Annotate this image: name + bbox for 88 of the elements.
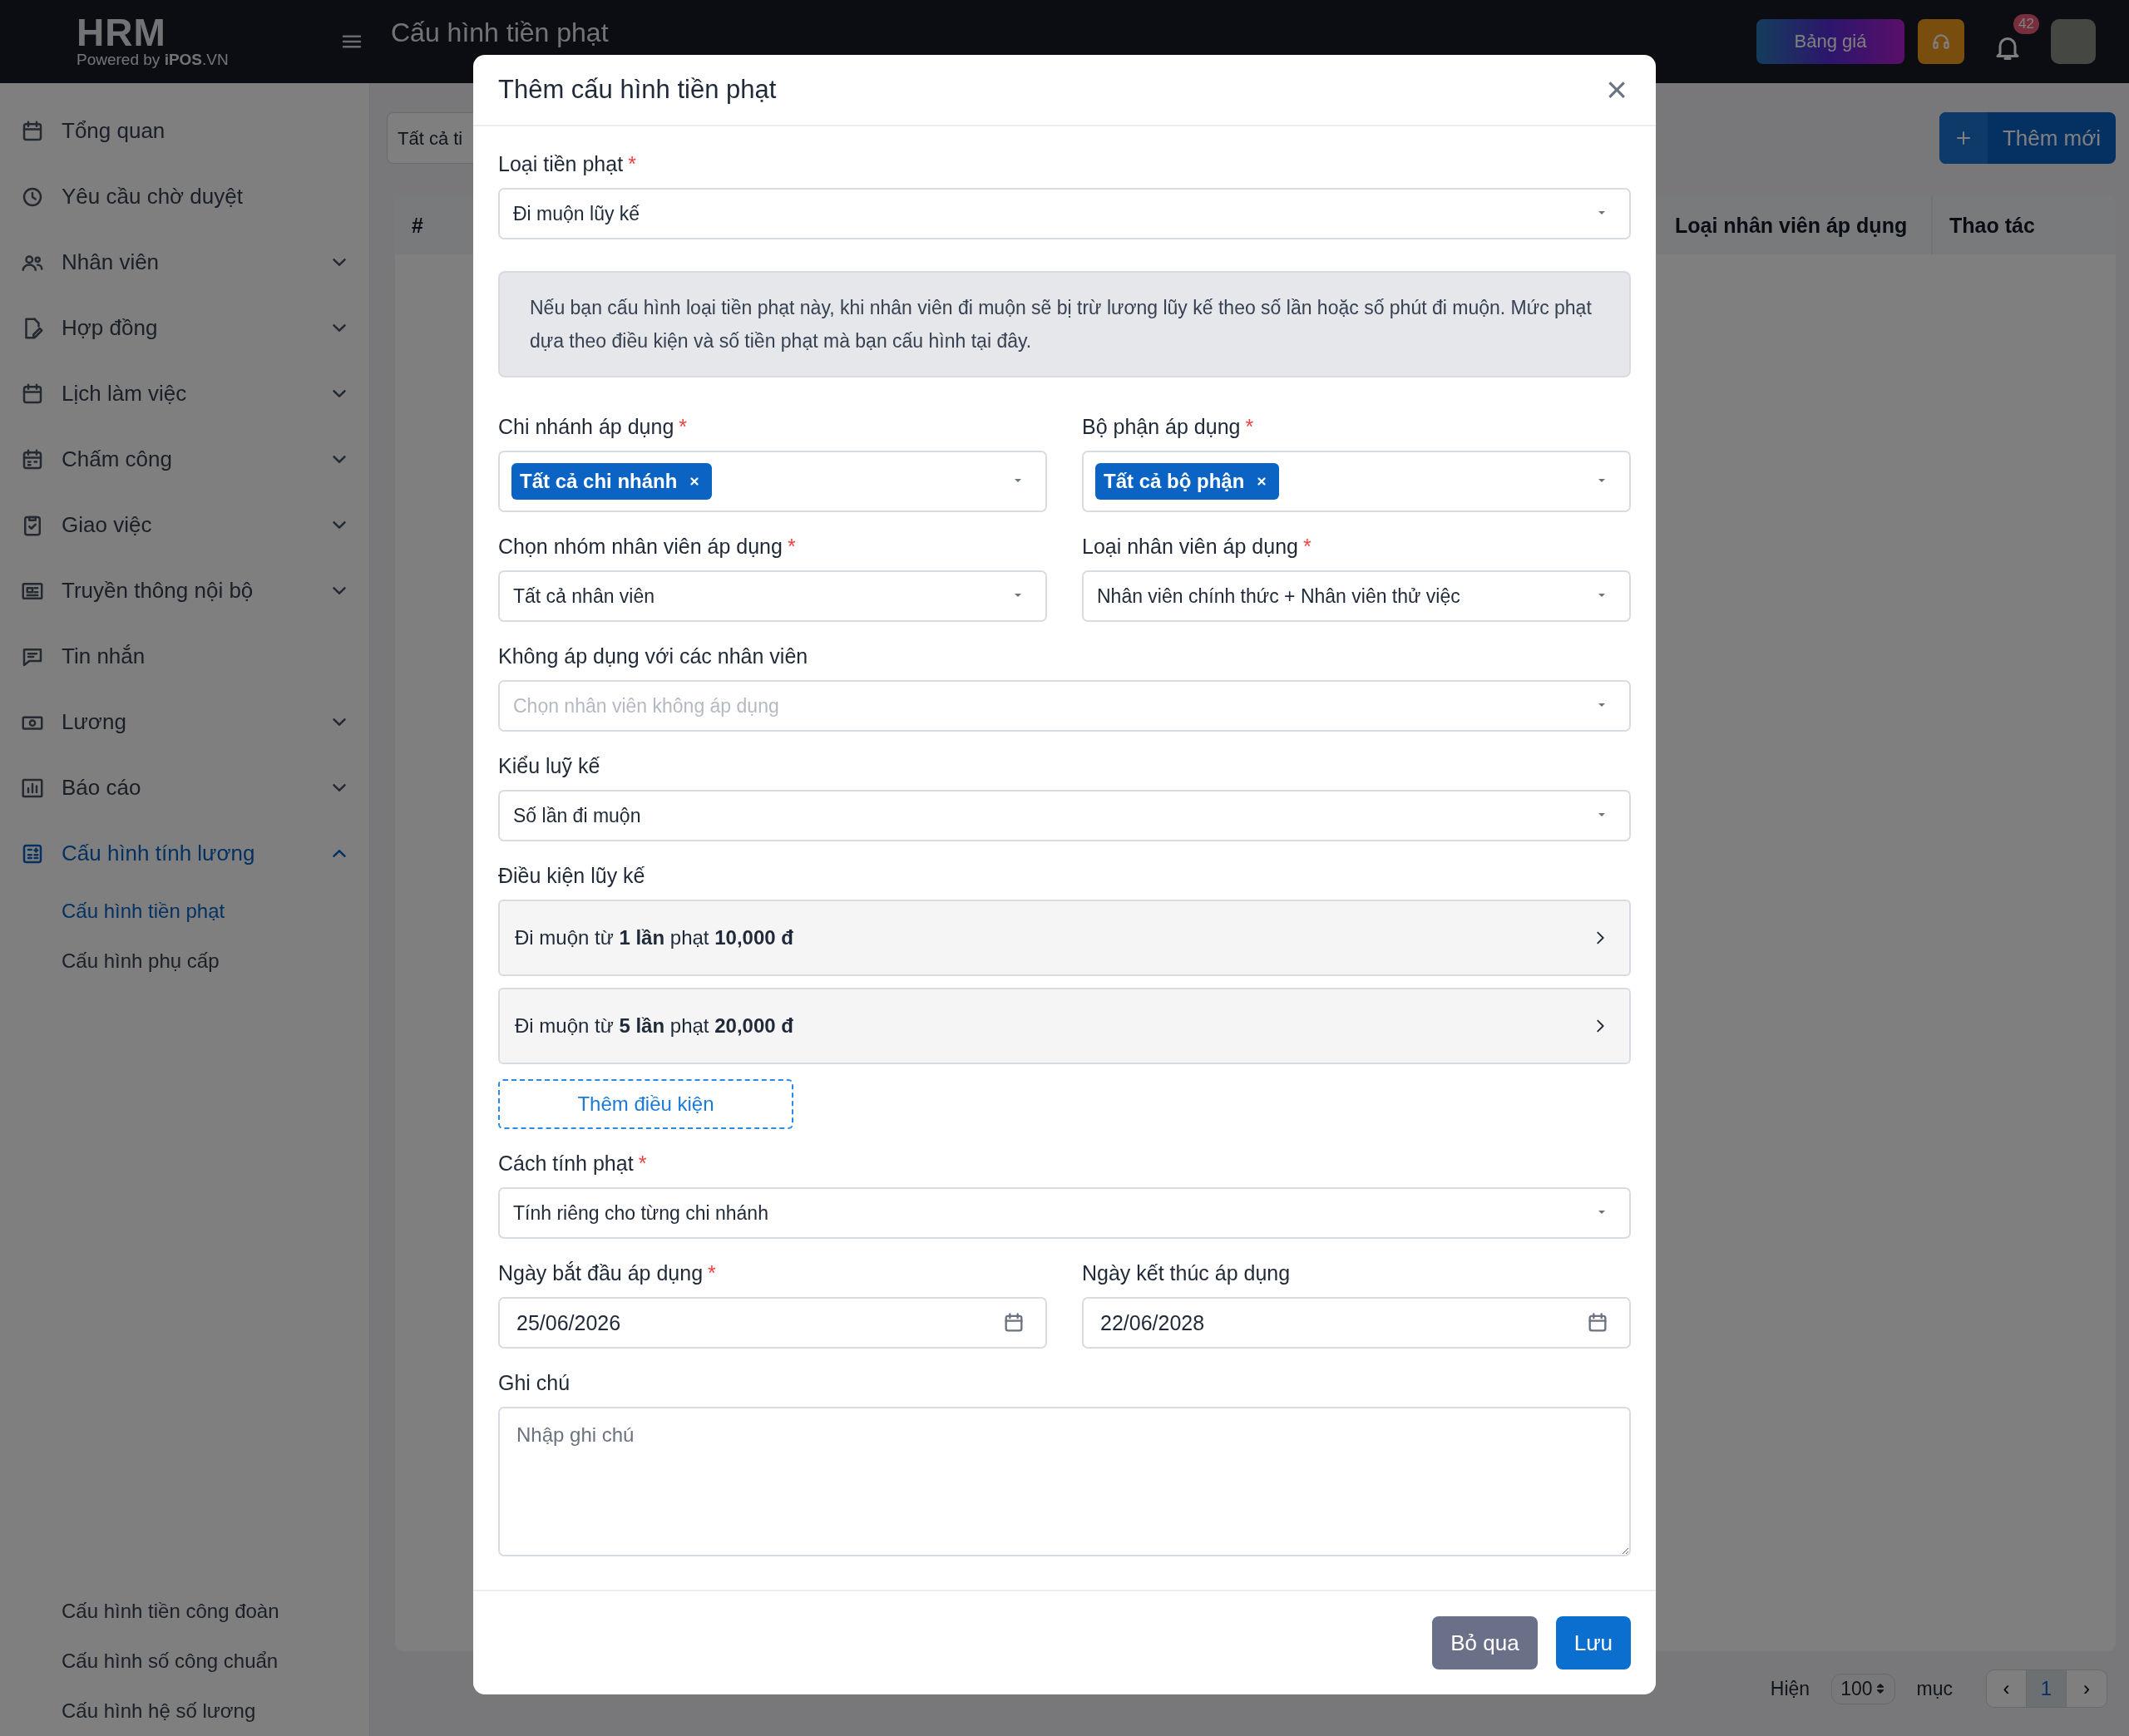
info-note: Nếu bạn cấu hình loại tiền phạt này, khi nhân viên đi muộn sẽ bị trừ lương lũy kế theo số lần hoặc số phút đi muộn. Mức phạt dựa theo điều kiện và số tiền phạt mà bạn cấu hình tại đây. [498, 271, 1631, 377]
nav-item[interactable]: Nhân viên [0, 229, 369, 295]
condition-row[interactable]: Đi muộn từ 1 lần phạt 10,000 đ [498, 900, 1631, 976]
required-mark: * [628, 152, 636, 175]
pricing-button[interactable]: Bảng giá [1756, 19, 1904, 64]
logo-title: HRM [77, 14, 167, 51]
nav-subitem[interactable]: Cấu hình số công chuẩn [0, 1636, 369, 1686]
nav-item[interactable]: Tổng quan [0, 98, 369, 164]
required-mark: * [1302, 535, 1311, 558]
nav-label: Yêu cầu chờ duyệt [62, 184, 244, 210]
cancel-button[interactable]: Bỏ qua [1432, 1616, 1538, 1669]
nav-subitem[interactable]: Cấu hình tiền công đoàn [0, 1586, 369, 1636]
logo-subtitle: Powered by iPOS.VN [77, 51, 230, 69]
nav-item[interactable]: Lịch làm việc [0, 361, 369, 427]
nav-label: Giao việc [62, 512, 153, 538]
tag-label: Tất cả bộ phận [1104, 470, 1245, 493]
nav-item[interactable]: Truyền thông nội bộ [0, 558, 369, 624]
nav-label: Báo cáo [62, 775, 142, 801]
add-button[interactable]: Thêm mới [1939, 112, 2116, 164]
tag-label: Tất cả chi nhánh [520, 470, 678, 493]
select-field[interactable]: Nhân viên chính thức + Nhân viên thử việc [1082, 570, 1631, 622]
add-condition-button[interactable]: Thêm điều kiện [498, 1079, 793, 1129]
nav-subitem[interactable]: Cấu hình phụ cấp [0, 936, 369, 986]
field-label: Loại nhân viên áp dụng * [1082, 534, 1312, 559]
dialog-title: Thêm cấu hình tiền phạt [498, 75, 777, 105]
select-field[interactable]: Tính riêng cho từng chi nhánh [498, 1187, 1631, 1239]
nav-subitem[interactable]: Cấu hình tiền phạt [0, 886, 369, 936]
select-field[interactable]: Đi muộn lũy kế [498, 188, 1631, 239]
column-header: Loại nhân viên áp dụng [1658, 196, 1933, 254]
nav-item[interactable]: Cấu hình tính lương [0, 821, 369, 886]
unit-label: mục [1916, 1677, 1953, 1700]
avatar-photo-placeholder[interactable] [2051, 19, 2096, 64]
remove-tag-icon [689, 476, 701, 487]
column-header: Thao tác [1949, 213, 2036, 239]
field-label: Kiểu luỹ kế [498, 753, 601, 778]
close-button[interactable]: × [1603, 72, 1631, 108]
field-label: Cách tính phạt * [498, 1151, 648, 1176]
field-label: Không áp dụng với các nhân viên [498, 644, 809, 668]
field-label: Chọn nhóm nhân viên áp dụng * [498, 534, 797, 559]
column-header: # [411, 213, 424, 239]
required-mark: * [787, 535, 796, 558]
nav-item[interactable]: Báo cáo [0, 755, 369, 821]
support-button[interactable] [1918, 19, 1964, 64]
field-label: Điều kiện lũy kế [498, 863, 646, 888]
page-title: Cấu hình tiền phạt [391, 17, 609, 48]
select-field[interactable]: Số lần đi muộn [498, 790, 1631, 841]
nav-item[interactable]: Yêu cầu chờ duyệt [0, 164, 369, 229]
remove-tag-icon [1256, 476, 1268, 487]
nav-item[interactable]: Tin nhắn [0, 624, 369, 689]
nav-label: Lịch làm việc [62, 381, 188, 407]
nav-item[interactable]: Lương [0, 689, 369, 755]
nav-label: Hợp đồng [62, 315, 159, 341]
condition-row[interactable]: Đi muộn từ 5 lần phạt 20,000 đ [498, 988, 1631, 1064]
nav-label: Tổng quan [62, 118, 166, 144]
save-button[interactable]: Lưu [1555, 1616, 1631, 1669]
notification-count: 42 [2013, 14, 2039, 34]
nav-label: Truyền thông nội bộ [62, 578, 254, 604]
nav-label: Chấm công [62, 446, 173, 472]
next-page-button[interactable]: › [2067, 1670, 2107, 1707]
nav-subitem[interactable]: Cấu hình hệ số lương [0, 1686, 369, 1736]
nav-label: Lương [62, 709, 127, 735]
field-label: Loại tiền phạt * [498, 151, 637, 176]
date-field[interactable]: 25/06/2026 [498, 1297, 1047, 1349]
field-label: Ngày kết thúc áp dụng [1082, 1260, 1292, 1285]
required-mark: * [679, 415, 688, 438]
page-size-select[interactable]: 100 [1831, 1673, 1895, 1704]
required-mark: * [1245, 415, 1254, 438]
page-button[interactable]: 1 [2027, 1670, 2067, 1707]
nav-item[interactable]: Hợp đồng [0, 295, 369, 361]
required-mark: * [638, 1152, 647, 1175]
field-label: Ghi chú [498, 1370, 571, 1395]
field-label: Ngày bắt đầu áp dụng * [498, 1260, 717, 1285]
multi-select-field[interactable]: Tất cả bộ phận [1082, 451, 1631, 512]
nav-label: Cấu hình tính lương [62, 841, 256, 866]
field-label: Chi nhánh áp dụng * [498, 414, 689, 439]
required-mark: * [708, 1261, 716, 1285]
nav-item[interactable]: Giao việc [0, 492, 369, 558]
multi-select-field[interactable]: Tất cả chi nhánh [498, 451, 1047, 512]
previous-page-button[interactable]: ‹ [1987, 1670, 2027, 1707]
show-label: Hiện [1770, 1677, 1810, 1700]
plus-icon [1939, 112, 1988, 164]
nav-label: Tin nhắn [62, 644, 146, 669]
select-field[interactable]: Tất cả nhân viên [498, 570, 1047, 622]
field-label: Bộ phận áp dụng * [1082, 414, 1255, 439]
nav-label: Nhân viên [62, 249, 161, 275]
note-field[interactable]: Nhập ghi chú [498, 1407, 1631, 1556]
date-field[interactable]: 22/06/2028 [1082, 1297, 1631, 1349]
nav-item[interactable]: Chấm công [0, 427, 369, 492]
